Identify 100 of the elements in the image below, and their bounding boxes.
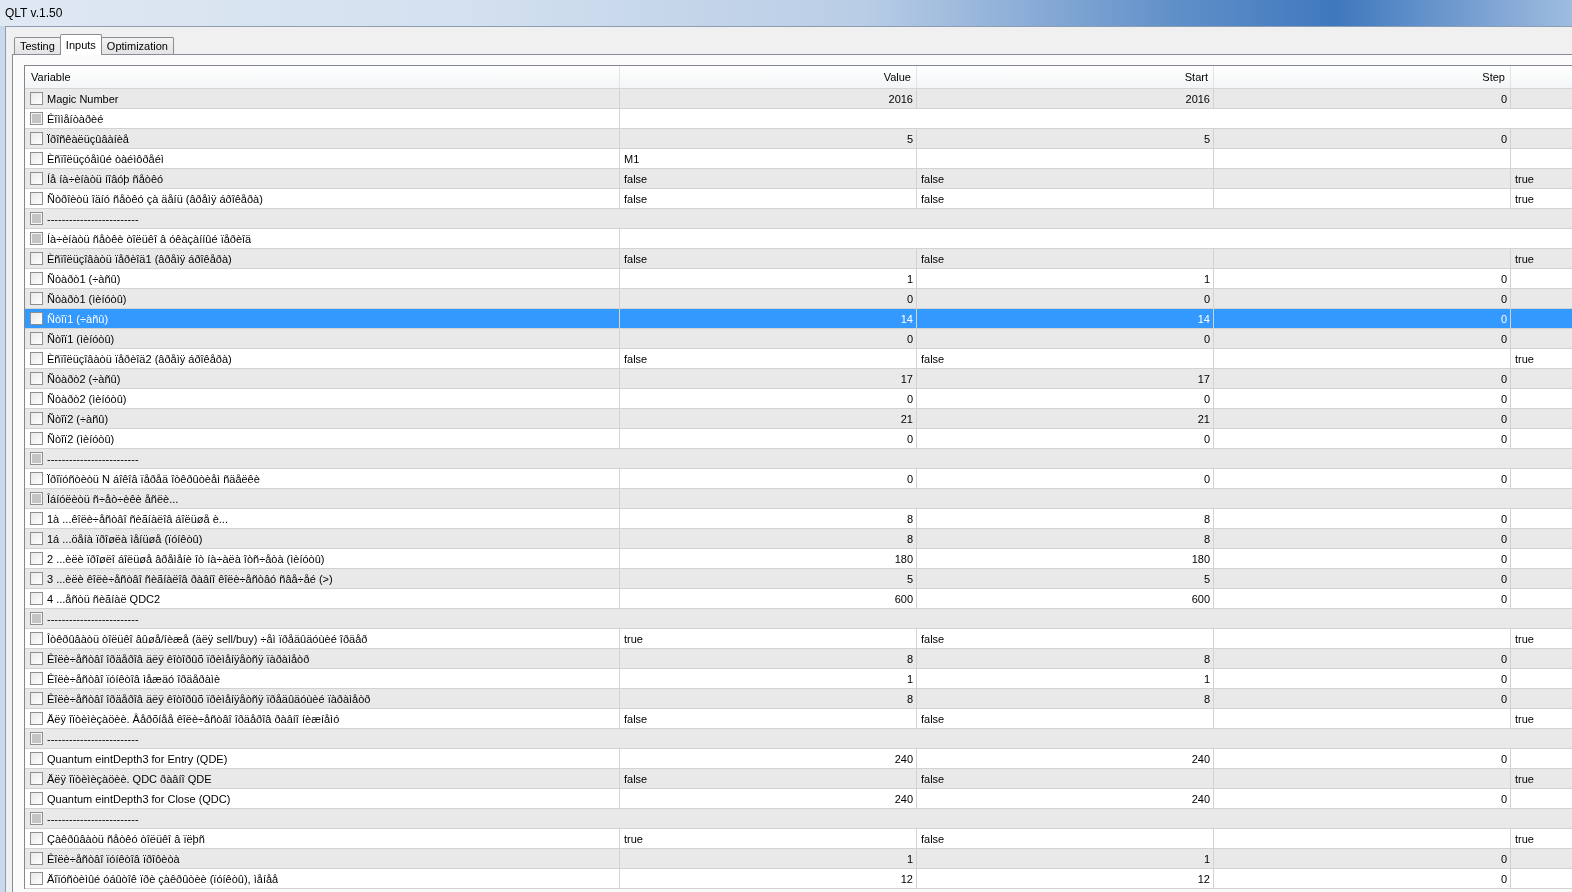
checkbox[interactable]	[30, 292, 43, 305]
table-cell: 0	[1214, 589, 1511, 608]
table-cell: 21	[620, 409, 917, 428]
checkbox[interactable]	[30, 532, 43, 545]
table-cell-text: true	[1514, 171, 1535, 187]
column-header[interactable]: Step	[1214, 66, 1511, 88]
table-row[interactable]: Äëÿ îïòèìèçàöèè. QDC ðàâíî QDE false false true	[25, 769, 1572, 789]
table-row[interactable]: Ñòîï1 (ìèíóòû) 0 0 0	[25, 329, 1572, 349]
checkbox[interactable]	[30, 472, 43, 485]
table-row[interactable]: Quantum eintDepth3 for Close (QDC) 240 240 0	[25, 789, 1572, 809]
table-row[interactable]: 3 ...èëè êîëè÷åñòâî ñèãíàëîâ ðàâíî êîëè÷åñòâó ñâå÷åé (>) 5 5 0	[25, 569, 1572, 589]
checkbox[interactable]	[30, 772, 43, 785]
table-cell-text: true	[1514, 631, 1535, 647]
variable-name: Ïðîïóñòèòü N áîêîâ ïåðåä îòêðûòèåì ñäåëêè	[47, 472, 260, 485]
table-cell: false	[917, 629, 1214, 648]
table-row[interactable]: Êîëè÷åñòâî ïóíêòîâ ïðîôèòà 1 1 0	[25, 849, 1572, 869]
checkbox[interactable]	[30, 832, 43, 845]
table-row[interactable]: Èñïîëüçîâàòü ïåðèîä1 (âðåìÿ áðîêåðà) false false true	[25, 249, 1572, 269]
table-row[interactable]: Èñïîëüçóåìûé òàéìôðåéì M1	[25, 149, 1572, 169]
table-cell: 0	[1214, 129, 1511, 148]
column-header[interactable]: Value	[620, 66, 917, 88]
checkbox[interactable]	[30, 352, 43, 365]
table-row[interactable]: 1à ...êîëè÷åñòâî ñèãíàëîâ áîëüøå è... 8 8 0	[25, 509, 1572, 529]
checkbox[interactable]	[30, 392, 43, 405]
checkbox[interactable]	[30, 172, 43, 185]
table-cell: 0	[1214, 649, 1511, 668]
table-cell: 1	[620, 269, 917, 288]
table-row[interactable]: Ñòîï2 (÷àñû) 21 21 0	[25, 409, 1572, 429]
table-cell: 600	[620, 589, 917, 608]
checkbox[interactable]	[30, 412, 43, 425]
table-row[interactable]: Ïðîñêàëüçûâàíèå 5 5 0	[25, 129, 1572, 149]
table-row[interactable]: Êîëè÷åñòâî îðäåðîâ äëÿ êîòîðûõ ïðèìåíÿåòñÿ ïàðàìåòð 8 8 0	[25, 649, 1572, 669]
checkbox[interactable]	[30, 852, 43, 865]
table-cell: 2016	[620, 89, 917, 108]
checkbox[interactable]	[30, 552, 43, 565]
variable-name: -------------------------	[47, 732, 139, 745]
variable-name: Quantum eintDepth3 for Entry (QDE)	[47, 752, 228, 765]
table-cell: false	[917, 829, 1214, 848]
checkbox[interactable]	[30, 252, 43, 265]
table-row[interactable]: Ñòàðò2 (ìèíóòû) 0 0 0	[25, 389, 1572, 409]
checkbox[interactable]	[30, 652, 43, 665]
checkbox[interactable]	[30, 512, 43, 525]
checkbox[interactable]	[30, 872, 43, 885]
tab[interactable]: Optimization	[100, 37, 174, 54]
checkbox[interactable]	[30, 432, 43, 445]
checkbox[interactable]	[30, 792, 43, 805]
checkbox[interactable]	[30, 672, 43, 685]
variable-name: -------------------------	[47, 212, 139, 225]
checkbox[interactable]	[30, 372, 43, 385]
variable-name: Çàêðûâàòü ñåòêó òîëüêî â ïëþñ	[47, 832, 205, 845]
variable-name: Èñïîëüçîâàòü ïåðèîä1 (âðåìÿ áðîêåðà)	[47, 252, 232, 265]
table-row[interactable]: Ñòðîèòü îäíó ñåòêó çà äåíü (âðåìÿ áðîêåðà) false false true	[25, 189, 1572, 209]
checkbox[interactable]	[30, 92, 43, 105]
variable-name: Êîëè÷åñòâî ïóíêòîâ ïðîôèòà	[47, 852, 180, 865]
table-row[interactable]: Ñòàðò2 (÷àñû) 17 17 0	[25, 369, 1572, 389]
table-row[interactable]: Èñïîëüçîâàòü ïåðèîä2 (âðåìÿ áðîêåðà) false false true	[25, 349, 1572, 369]
table-row[interactable]: 1á ...öåíà ïðîøëà ìåíüøå (ïóíêòû) 8 8 0	[25, 529, 1572, 549]
table-row[interactable]: Êîëè÷åñòâî ïóíêòîâ ìåæäó îðäåðàìè 1 1 0	[25, 669, 1572, 689]
checkbox[interactable]	[30, 312, 43, 325]
table-row[interactable]: Ïðîïóñòèòü N áîêîâ ïåðåä îòêðûòèåì ñäåëêè 0 0 0	[25, 469, 1572, 489]
checkbox[interactable]	[30, 192, 43, 205]
table-cell-text: true	[1514, 191, 1535, 207]
checkbox[interactable]	[30, 572, 43, 585]
checkbox[interactable]	[30, 692, 43, 705]
table-row[interactable]: Äîïóñòèìûé óáûòîê ïðè çàêðûòèè (ïóíêòû), ìåíåå 12 12 0	[25, 869, 1572, 889]
checkbox[interactable]	[30, 712, 43, 725]
variable-name: Êîëè÷åñòâî îðäåðîâ äëÿ êîòîðûõ ïðèìåíÿåòñÿ ïàðàìåòð	[47, 652, 310, 665]
column-header[interactable]: Start	[917, 66, 1214, 88]
variable-name: Êîììåíòàðèé	[47, 112, 104, 125]
table-cell: 8	[917, 649, 1214, 668]
variable-name: Ñòîï2 (÷àñû)	[47, 412, 109, 425]
table-row[interactable]: Íå íà÷èíàòü íîâóþ ñåòêó false false true	[25, 169, 1572, 189]
table-cell: 0	[917, 289, 1214, 308]
table-row[interactable]: Magic Number 2016 2016 0	[25, 89, 1572, 109]
table-row[interactable]: Ñòàðò1 (ìèíóòû) 0 0 0	[25, 289, 1572, 309]
checkbox[interactable]	[30, 332, 43, 345]
table-cell: 0	[1214, 869, 1511, 888]
table-row[interactable]: Äëÿ îïòèìèçàöèè. Âåðõíåå êîëè÷åñòâî îðäåðîâ ðàâíî íèæíåìó false false true	[25, 709, 1572, 729]
table-row[interactable]: Îòêðûâàòü òîëüêî âûøå/íèæå (äëÿ sell/buy) ÷åì ïðåäûäóùèé îðäåð true false true	[25, 629, 1572, 649]
checkbox[interactable]	[30, 132, 43, 145]
variable-name: 1á ...öåíà ïðîøëà ìåíüøå (ïóíêòû)	[47, 532, 203, 545]
table-row[interactable]: Êîëè÷åñòâî îðäåðîâ äëÿ êîòîðûõ ïðèìåíÿåòñÿ ïðåäûäóùèé ïàðàìåòð 8 8 0	[25, 689, 1572, 709]
tab[interactable]: Inputs	[59, 34, 102, 55]
checkbox[interactable]	[30, 632, 43, 645]
checkbox[interactable]	[30, 272, 43, 285]
table-cell: 0	[1214, 329, 1511, 348]
table-row[interactable]: Ñòàðò1 (÷àñû) 1 1 0	[25, 269, 1572, 289]
checkbox[interactable]	[30, 752, 43, 765]
column-header[interactable]: Variable	[25, 66, 620, 88]
table-row[interactable]: 4 ...åñòü ñèãíàë QDC2 600 600 0	[25, 589, 1572, 609]
checkbox[interactable]	[30, 592, 43, 605]
table-row[interactable]: 2 ...èëè ïðîøëî áîëüøå âðåìåíè îò íà÷àëà îòñ÷åòà (ìèíóòû) 180 180 0	[25, 549, 1572, 569]
table-cell: 0	[620, 289, 917, 308]
tab[interactable]: Testing	[14, 37, 61, 54]
table-row[interactable]: Quantum eintDepth3 for Entry (QDE) 240 240 0	[25, 749, 1572, 769]
checkbox[interactable]	[30, 152, 43, 165]
table-cell: 240	[917, 789, 1214, 808]
table-cell: 0	[1214, 689, 1511, 708]
table-row[interactable]: Ñòîï2 (ìèíóòû) 0 0 0	[25, 429, 1572, 449]
table-row[interactable]: Çàêðûâàòü ñåòêó òîëüêî â ïëþñ true false true	[25, 829, 1572, 849]
